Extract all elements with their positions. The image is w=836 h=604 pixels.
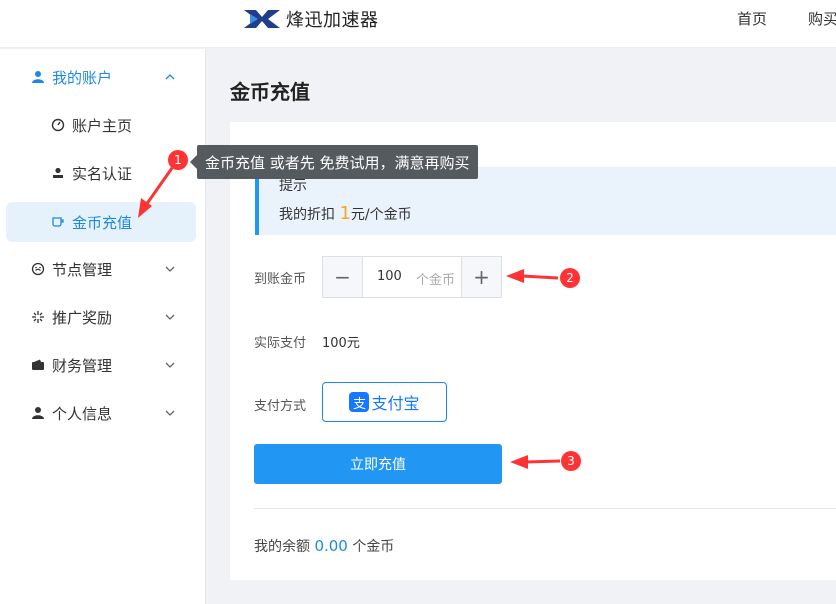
smile-icon xyxy=(30,261,46,277)
sidebar-item-label: 实名认证 xyxy=(72,164,133,183)
quantity-value: 100 xyxy=(377,269,402,284)
page-title: 金币充值 xyxy=(230,80,310,104)
annotation-badge-2: 2 xyxy=(560,268,580,288)
sidebar-item-profile[interactable]: 个人信息 xyxy=(6,393,196,433)
nav-home[interactable]: 首页 xyxy=(737,8,767,29)
tip-text: 我的折扣 1元/个金币 xyxy=(279,203,412,224)
sidebar-item-promotion[interactable]: 推广奖励 xyxy=(6,297,196,337)
annotation-badge-3: 3 xyxy=(561,451,581,471)
sidebar-item-account-home[interactable]: 账户主页 xyxy=(6,105,196,145)
tip-text-prefix: 我的折扣 xyxy=(279,207,335,223)
logo-icon xyxy=(244,10,280,28)
chevron-up-icon xyxy=(165,74,175,80)
nav-buy[interactable]: 购买 xyxy=(808,8,836,29)
sidebar-item-label: 财务管理 xyxy=(52,356,113,375)
pay-method-label: 支付方式 xyxy=(254,399,307,414)
sidebar-item-my-account[interactable]: 我的账户 xyxy=(6,57,196,97)
sidebar: 我的账户 账户主页 实名认证 金币充值 节点管理 推广奖励 财务管理 个人信息 xyxy=(0,49,206,604)
user-icon xyxy=(30,69,46,85)
recharge-now-button[interactable]: 立即充值 xyxy=(254,444,502,484)
annotation-badge-1: 1 xyxy=(168,150,188,170)
sidebar-item-label: 个人信息 xyxy=(52,404,113,423)
sidebar-item-label: 推广奖励 xyxy=(52,308,113,327)
alipay-label: 支付宝 xyxy=(371,394,420,413)
sidebar-item-node-manage[interactable]: 节点管理 xyxy=(6,249,196,289)
coin-quantity-stepper: − 100 个金币 + xyxy=(322,256,502,298)
chevron-down-icon xyxy=(165,314,175,320)
actual-pay-label: 实际支付 xyxy=(254,336,307,351)
discount-value: 1 xyxy=(339,203,351,224)
balance-suffix: 个金币 xyxy=(352,539,395,555)
decrement-button[interactable]: − xyxy=(323,257,363,297)
dashboard-icon xyxy=(50,117,66,133)
top-header: 烽迅加速器 首页 购买 xyxy=(0,0,836,48)
sidebar-item-label: 金币充值 xyxy=(72,213,133,232)
brand-logo[interactable]: 烽迅加速器 xyxy=(242,6,379,32)
balance-prefix: 我的余额 xyxy=(254,539,310,555)
quantity-unit: 个金币 xyxy=(415,273,455,288)
logo-text: 烽迅加速器 xyxy=(286,10,379,31)
balance-value: 0.00 xyxy=(314,537,348,555)
chevron-down-icon xyxy=(165,266,175,272)
sidebar-item-finance[interactable]: 财务管理 xyxy=(6,345,196,385)
chevron-down-icon xyxy=(165,362,175,368)
balance-line: 我的余额 0.00 个金币 xyxy=(254,536,394,556)
alipay-option-button[interactable]: 支 支付宝 xyxy=(322,382,447,422)
cup-icon xyxy=(50,214,66,230)
actual-pay-value: 100元 xyxy=(322,336,360,351)
tip-text-suffix: 元/个金币 xyxy=(350,207,412,223)
sidebar-item-label: 账户主页 xyxy=(72,116,133,135)
annotation-tooltip: 金币充值 或者先 免费试用，满意再购买 xyxy=(197,145,478,179)
amount-label: 到账金币 xyxy=(254,272,307,287)
sparkle-icon xyxy=(30,309,46,325)
tooltip-arrow xyxy=(190,155,197,169)
chevron-down-icon xyxy=(165,410,175,416)
sidebar-item-label: 节点管理 xyxy=(52,260,113,279)
sidebar-item-label: 我的账户 xyxy=(52,68,113,87)
person-icon xyxy=(50,165,66,181)
alipay-icon: 支 xyxy=(349,392,370,412)
user-icon xyxy=(30,405,46,421)
quantity-input[interactable]: 100 个金币 xyxy=(363,257,461,297)
divider xyxy=(254,508,836,509)
increment-button[interactable]: + xyxy=(461,257,501,297)
sidebar-item-coin-recharge[interactable]: 金币充值 xyxy=(6,202,196,242)
wallet-icon xyxy=(30,357,46,373)
